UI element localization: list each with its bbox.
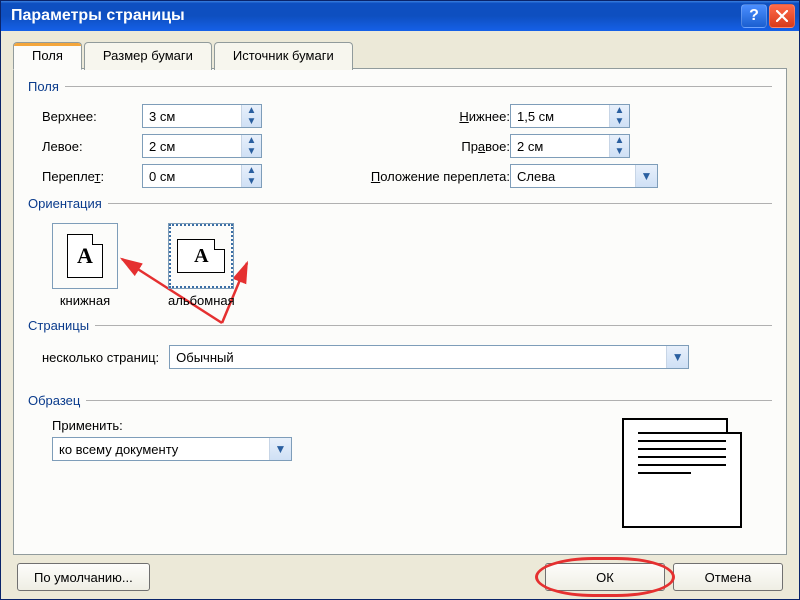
select-apply-to[interactable]: ко всему документу ▼ (52, 437, 292, 461)
label-gutter-position: Положение переплета: (330, 169, 510, 184)
spin-down-icon[interactable]: ▼ (242, 176, 261, 187)
input-margin-bottom[interactable]: ▲▼ (510, 104, 630, 128)
spin-up-icon[interactable]: ▲ (610, 135, 629, 146)
spin-up-icon[interactable]: ▲ (242, 105, 261, 116)
chevron-down-icon[interactable]: ▼ (666, 346, 688, 368)
select-gutter-position-value: Слева (511, 165, 635, 187)
group-orientation: Ориентация (28, 196, 772, 211)
close-button[interactable] (769, 4, 795, 28)
input-margin-left[interactable]: ▲▼ (142, 134, 262, 158)
input-margin-bottom-field[interactable] (511, 105, 609, 127)
page-preview (622, 418, 742, 528)
default-button[interactable]: По умолчанию... (17, 563, 150, 591)
spin-down-icon[interactable]: ▼ (610, 146, 629, 157)
chevron-down-icon[interactable]: ▼ (635, 165, 657, 187)
ok-button[interactable]: ОК (545, 563, 665, 591)
titlebar: Параметры страницы ? (1, 1, 799, 31)
spin-down-icon[interactable]: ▼ (242, 116, 261, 127)
tab-strip: Поля Размер бумаги Источник бумаги (13, 41, 787, 69)
label-margin-left: Левое: (42, 139, 142, 154)
page-portrait-icon: A (67, 234, 103, 278)
spin-up-icon[interactable]: ▲ (242, 135, 261, 146)
tab-paper-size[interactable]: Размер бумаги (84, 42, 212, 70)
cancel-button[interactable]: Отмена (673, 563, 783, 591)
input-margin-left-field[interactable] (143, 135, 241, 157)
label-gutter: Переплет: (42, 169, 142, 184)
group-margins: Поля (28, 79, 772, 94)
label-multiple-pages: несколько страниц: (42, 350, 159, 365)
dialog-button-row: По умолчанию... ОК Отмена (13, 555, 787, 591)
spin-up-icon[interactable]: ▲ (242, 165, 261, 176)
close-icon (776, 10, 788, 22)
input-margin-right[interactable]: ▲▼ (510, 134, 630, 158)
label-orientation-landscape: альбомная (168, 293, 235, 308)
spin-down-icon[interactable]: ▼ (610, 116, 629, 127)
input-margin-top-field[interactable] (143, 105, 241, 127)
label-apply-to: Применить: (52, 418, 292, 433)
spin-up-icon[interactable]: ▲ (610, 105, 629, 116)
input-gutter-field[interactable] (143, 165, 241, 187)
help-button[interactable]: ? (741, 4, 767, 28)
tab-panel-margins: Поля Верхнее: ▲▼ Нижнее: ▲▼ Левое: (13, 68, 787, 555)
input-margin-top[interactable]: ▲▼ (142, 104, 262, 128)
label-margin-right: Правое: (330, 139, 510, 154)
select-multiple-pages-value: Обычный (170, 346, 666, 368)
spin-down-icon[interactable]: ▼ (242, 146, 261, 157)
select-apply-to-value: ко всему документу (53, 438, 269, 460)
tab-paper-source[interactable]: Источник бумаги (214, 42, 353, 70)
select-gutter-position[interactable]: Слева ▼ (510, 164, 658, 188)
chevron-down-icon[interactable]: ▼ (269, 438, 291, 460)
group-pages: Страницы (28, 318, 772, 333)
group-sample: Образец (28, 393, 772, 408)
label-margin-top: Верхнее: (42, 109, 142, 124)
input-gutter[interactable]: ▲▼ (142, 164, 262, 188)
page-landscape-icon: A (177, 239, 225, 273)
tab-margins[interactable]: Поля (13, 42, 82, 70)
input-margin-right-field[interactable] (511, 135, 609, 157)
window-title: Параметры страницы (11, 7, 739, 25)
orientation-portrait[interactable]: A (52, 223, 118, 289)
orientation-landscape[interactable]: A (168, 223, 234, 289)
label-orientation-portrait: книжная (60, 293, 110, 308)
select-multiple-pages[interactable]: Обычный ▼ (169, 345, 689, 369)
label-margin-bottom: Нижнее: (330, 109, 510, 124)
